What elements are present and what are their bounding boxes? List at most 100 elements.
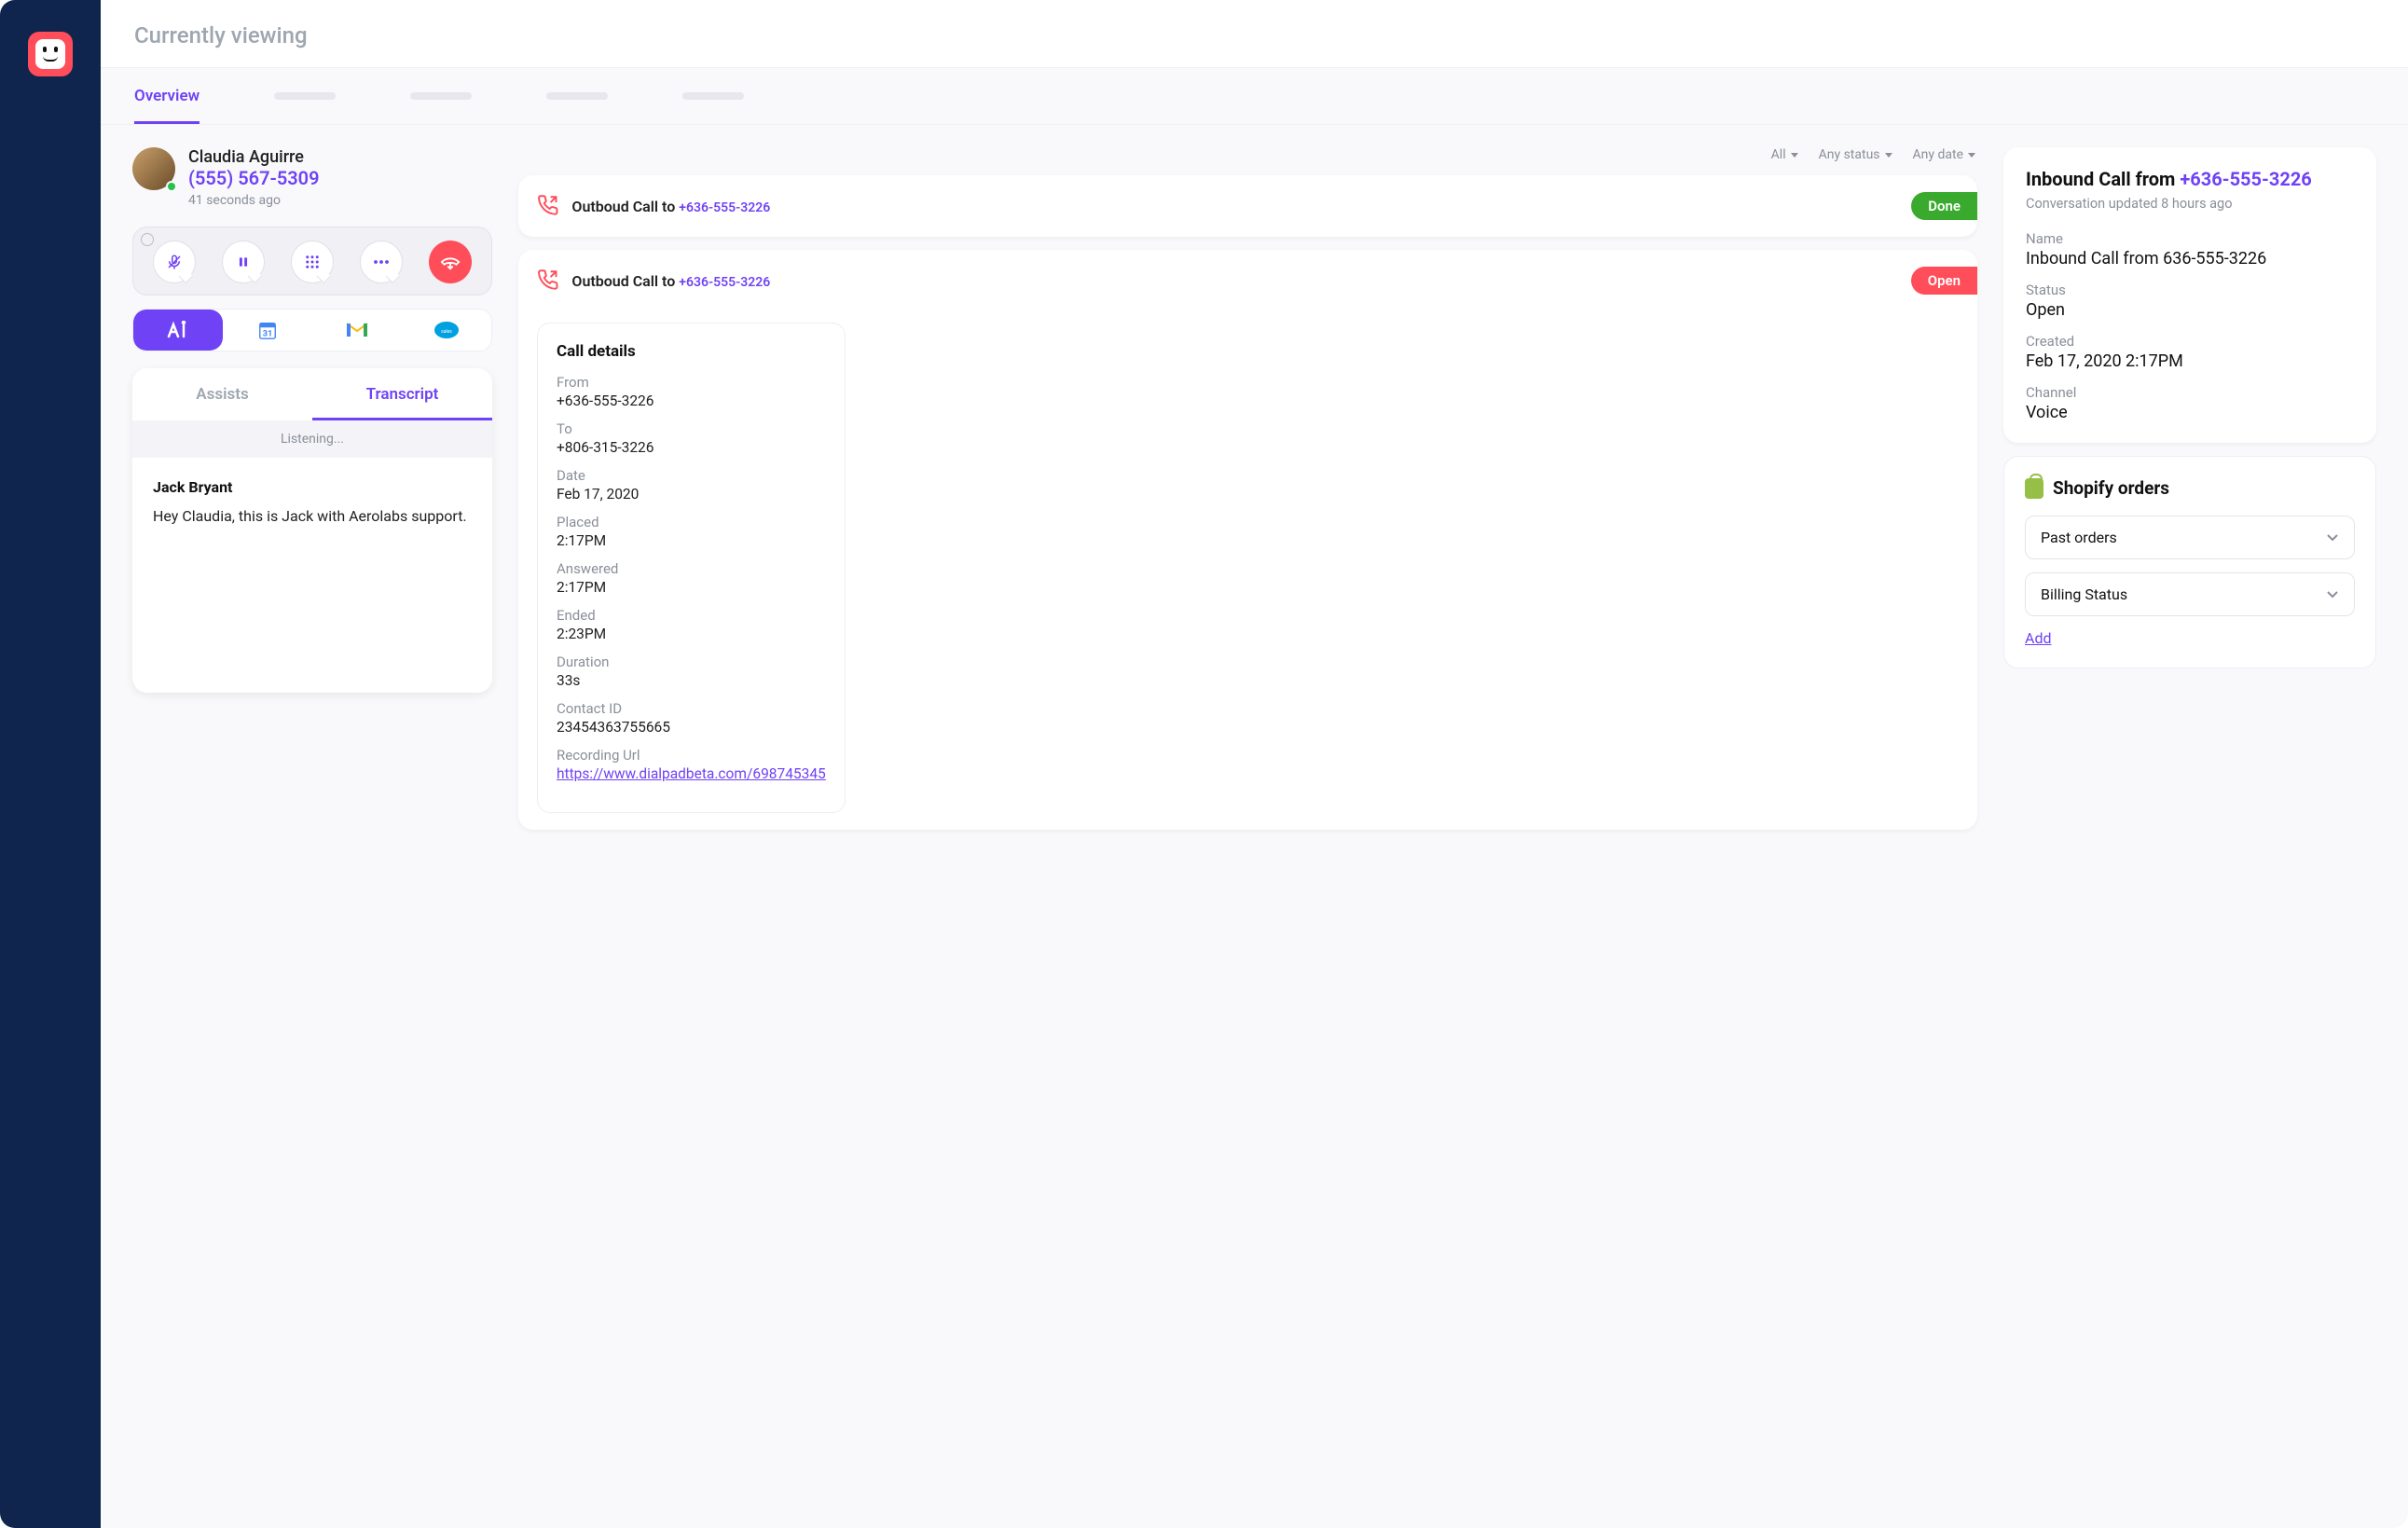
cd-contactid: 23454363755665: [557, 719, 826, 736]
call-number[interactable]: +636-555-3226: [679, 275, 770, 290]
cd-recording-label: Recording Url: [557, 747, 826, 764]
chevron-down-icon: [2326, 534, 2339, 542]
mute-button[interactable]: [153, 241, 196, 283]
filter-date[interactable]: Any date: [1913, 147, 1975, 162]
mute-mic-icon: [166, 254, 183, 270]
drag-handle-icon[interactable]: [141, 233, 154, 246]
cd-to: +806-315-3226: [557, 439, 826, 456]
contact-card: Claudia Aguirre (555) 567-5309 41 second…: [132, 147, 492, 208]
billing-status-select[interactable]: Billing Status: [2025, 572, 2355, 616]
cd-date: Feb 17, 2020: [557, 486, 826, 502]
cd-contactid-label: Contact ID: [557, 700, 826, 717]
contact-phone[interactable]: (555) 567-5309: [188, 167, 320, 189]
ic-channel-label: Channel: [2026, 384, 2354, 401]
integration-ai-tab[interactable]: [133, 310, 223, 351]
cd-answered: 2:17PM: [557, 579, 826, 596]
ic-status: Open: [2026, 300, 2354, 320]
hangup-button[interactable]: [429, 241, 472, 283]
transcript-speaker: Jack Bryant: [153, 478, 472, 496]
call-row-done[interactable]: Outboud Call to +636-555-3226 Done: [518, 175, 1977, 237]
shopify-wrap: Shopify orders Past orders Billing Statu…: [2003, 456, 2376, 668]
dialpad-icon: [304, 254, 321, 270]
contact-time: 41 seconds ago: [188, 193, 320, 208]
call-controls: [132, 227, 492, 296]
integration-gmail-tab[interactable]: [312, 310, 402, 351]
pause-button[interactable]: [222, 241, 265, 283]
call-details-title: Call details: [557, 342, 826, 361]
inbound-card: Inbound Call from +636-555-3226 Conversa…: [2003, 147, 2376, 443]
inbound-title: Inbound Call from +636-555-3226: [2026, 168, 2354, 190]
logo-face-icon: [35, 39, 65, 69]
cd-duration: 33s: [557, 672, 826, 689]
caret-down-icon: [1885, 153, 1892, 158]
inbound-title-number[interactable]: +636-555-3226: [2180, 168, 2311, 190]
filters: All Any status Any date: [518, 147, 1977, 162]
integration-tabs: 31 sales: [132, 309, 492, 351]
filter-all[interactable]: All: [1771, 147, 1798, 162]
cd-ended-label: Ended: [557, 607, 826, 624]
more-button[interactable]: [360, 241, 403, 283]
content: Claudia Aguirre (555) 567-5309 41 second…: [101, 125, 2408, 1528]
ic-channel: Voice: [2026, 403, 2354, 422]
filter-all-label: All: [1771, 147, 1786, 162]
shopify-card: Shopify orders Past orders Billing Statu…: [2003, 456, 2376, 668]
call-number[interactable]: +636-555-3226: [679, 200, 770, 215]
phone-outbound-icon: [537, 268, 558, 291]
salesforce-icon: sales: [433, 321, 460, 339]
cd-duration-label: Duration: [557, 654, 826, 670]
dialpad-button[interactable]: [291, 241, 334, 283]
filter-status[interactable]: Any status: [1819, 147, 1892, 162]
filter-date-label: Any date: [1913, 147, 1963, 162]
caret-down-icon: [1968, 153, 1975, 158]
tab-placeholder: [410, 92, 472, 100]
svg-text:sales: sales: [441, 329, 452, 335]
pause-icon: [237, 255, 250, 268]
tab-placeholder: [274, 92, 336, 100]
ic-status-label: Status: [2026, 282, 2354, 298]
avatar[interactable]: [132, 147, 175, 190]
shopify-title: Shopify orders: [2025, 477, 2355, 499]
cd-placed-label: Placed: [557, 514, 826, 530]
add-link[interactable]: Add: [2025, 629, 2051, 647]
cd-placed: 2:17PM: [557, 532, 826, 549]
phone-outbound-icon: [537, 194, 558, 216]
tab-assists[interactable]: Assists: [132, 368, 312, 420]
integration-calendar-tab[interactable]: 31: [223, 310, 312, 351]
inbound-updated: Conversation updated 8 hours ago: [2026, 196, 2354, 212]
svg-text:31: 31: [263, 329, 273, 338]
tab-overview[interactable]: Overview: [134, 68, 200, 124]
status-badge-done: Done: [1911, 192, 1977, 220]
cd-answered-label: Answered: [557, 560, 826, 577]
cd-to-label: To: [557, 420, 826, 437]
ai-icon: [166, 321, 190, 339]
integration-salesforce-tab[interactable]: sales: [402, 310, 491, 351]
tab-placeholder: [682, 92, 744, 100]
phone-down-icon: [440, 252, 461, 272]
tab-bar: Overview: [101, 67, 2408, 125]
cd-date-label: Date: [557, 467, 826, 484]
cd-from: +636-555-3226: [557, 392, 826, 409]
cd-ended: 2:23PM: [557, 626, 826, 642]
call-details: Call details From+636-555-3226 To+806-31…: [537, 323, 846, 813]
sidebar-rail: [0, 0, 101, 1528]
call-row-open[interactable]: Outboud Call to +636-555-3226 Open Call …: [518, 250, 1977, 830]
tab-placeholder: [546, 92, 608, 100]
call-label: Outboud Call to: [571, 198, 679, 215]
tab-transcript[interactable]: Transcript: [312, 368, 492, 420]
chevron-down-icon: [2326, 591, 2339, 599]
shopify-title-text: Shopify orders: [2053, 477, 2169, 499]
filter-status-label: Any status: [1819, 147, 1880, 162]
ic-name-label: Name: [2026, 230, 2354, 247]
calendar-icon: 31: [257, 320, 278, 340]
more-icon: [373, 259, 390, 265]
ic-name: Inbound Call from 636-555-3226: [2026, 249, 2354, 268]
app-logo[interactable]: [28, 32, 73, 76]
main-panel: Currently viewing Overview Claudia Aguir…: [101, 0, 2408, 1528]
status-badge-open: Open: [1911, 267, 1977, 295]
cd-recording-link[interactable]: https://www.dialpadbeta.com/698745345: [557, 765, 826, 782]
past-orders-select[interactable]: Past orders: [2025, 516, 2355, 559]
ic-created-label: Created: [2026, 333, 2354, 350]
app-frame: Currently viewing Overview Claudia Aguir…: [0, 0, 2408, 1528]
ic-created: Feb 17, 2020 2:17PM: [2026, 351, 2354, 371]
transcript-text: Hey Claudia, this is Jack with Aerolabs …: [153, 507, 472, 525]
